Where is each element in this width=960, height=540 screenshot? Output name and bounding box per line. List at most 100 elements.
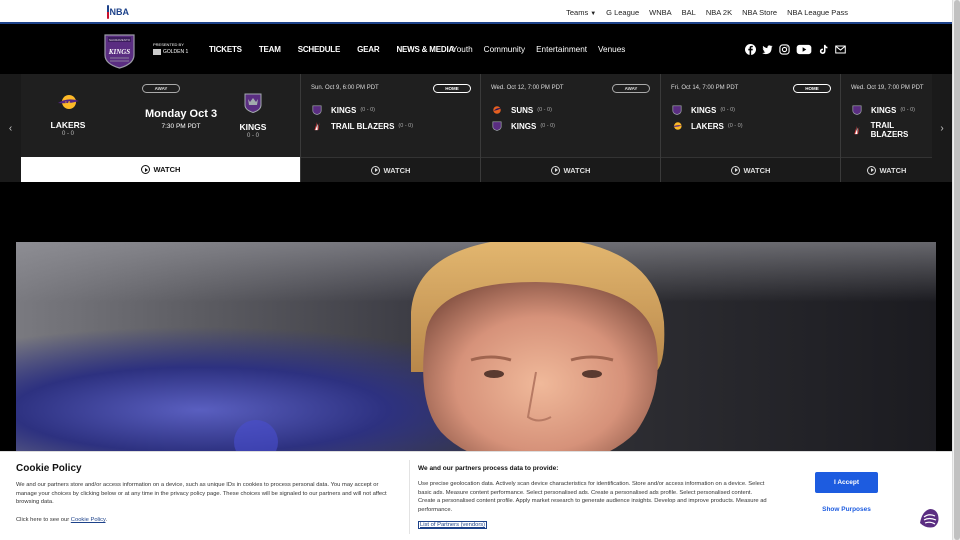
kings-header: SACRAMENTO KINGS PRESENTED BY GOLDEN 1 T… xyxy=(0,26,952,73)
game-team-row: KINGS (0 - 0) xyxy=(491,121,555,131)
purposes-text: Use precise geolocation data. Actively s… xyxy=(418,481,767,513)
team-record: (0 - 0) xyxy=(720,107,736,113)
instagram-icon[interactable] xyxy=(779,44,790,55)
cookie-policy-title: Cookie Policy xyxy=(16,463,82,474)
game-card[interactable]: Fri. Oct 14, 7:00 PM PDT HOME KINGS (0 -… xyxy=(660,74,840,182)
nav-community[interactable]: Community xyxy=(484,45,525,54)
nav-schedule[interactable]: SCHEDULE xyxy=(298,45,341,54)
presented-by-label: PRESENTED BY xyxy=(153,42,184,47)
suns-logo-icon xyxy=(493,106,502,114)
featured-game-date: Monday Oct 3 xyxy=(144,108,218,120)
twitter-icon[interactable] xyxy=(762,44,773,55)
main-nav: TICKETS TEAM SCHEDULE GEAR NEWS & MEDIA xyxy=(209,26,471,73)
email-icon[interactable] xyxy=(835,44,846,55)
play-icon xyxy=(730,165,740,175)
team-name: KINGS xyxy=(511,121,537,131)
featured-watch-button[interactable]: WATCH xyxy=(21,157,300,182)
team-name: SUNS xyxy=(511,105,534,115)
game-date: Sun. Oct 9, 6:00 PM PDT xyxy=(311,85,379,91)
featured-away-team: LA LAKERS 0 - 0 xyxy=(48,94,88,137)
game-card[interactable]: Sun. Oct 9, 6:00 PM PDT HOME KINGS (0 - … xyxy=(300,74,480,182)
top-link-nba-2k[interactable]: NBA 2K xyxy=(706,8,732,17)
watch-button[interactable]: WATCH xyxy=(481,157,660,182)
nav-news-media[interactable]: NEWS & MEDIA xyxy=(396,45,454,54)
nav-entertainment[interactable]: Entertainment xyxy=(536,45,587,54)
sponsor-name: GOLDEN 1 xyxy=(163,48,189,55)
game-team-row: KINGS (0 - 0) xyxy=(311,105,375,115)
featured-away-team-name: LAKERS xyxy=(50,120,86,130)
social-links xyxy=(745,44,846,55)
top-link-league-pass[interactable]: NBA League Pass xyxy=(787,8,848,17)
purposes-heading: We and our partners process data to prov… xyxy=(418,465,559,472)
watch-label: WATCH xyxy=(879,165,907,175)
scrollbar-thumb[interactable] xyxy=(954,0,960,540)
facebook-icon[interactable] xyxy=(745,44,756,55)
top-link-g-league[interactable]: G League xyxy=(606,8,639,17)
team-name: KINGS xyxy=(331,105,357,115)
team-name: TRAIL BLAZERS xyxy=(870,121,909,139)
trail-blazers-logo-icon xyxy=(314,121,320,131)
play-icon xyxy=(370,165,380,175)
watch-button[interactable]: WATCH xyxy=(301,157,480,182)
kings-logo-icon xyxy=(852,105,862,115)
watch-button[interactable]: WATCH xyxy=(841,157,932,182)
nav-tickets[interactable]: TICKETS xyxy=(209,45,242,54)
sponsor-logo: GOLDEN 1 xyxy=(153,49,188,55)
watch-label: WATCH xyxy=(563,165,591,175)
nav-gear[interactable]: GEAR xyxy=(357,45,380,54)
youtube-icon[interactable] xyxy=(796,44,812,55)
nba-logo[interactable]: NBA xyxy=(107,5,129,19)
svg-text:LA: LA xyxy=(65,100,70,105)
game-team-row: LAKERS (0 - 0) xyxy=(671,121,743,131)
lakers-logo-icon: LA xyxy=(58,95,79,109)
play-icon xyxy=(550,165,560,175)
top-link-nba-store[interactable]: NBA Store xyxy=(742,8,777,17)
watch-button[interactable]: WATCH xyxy=(661,157,840,182)
team-record: (0 - 0) xyxy=(900,107,916,113)
vendors-link[interactable]: List of Partners (vendors) xyxy=(418,521,488,529)
trail-blazers-logo-icon xyxy=(854,125,860,135)
game-team-row: TRAIL BLAZERS (0 - 0) xyxy=(311,121,413,131)
team-record: (0 - 0) xyxy=(727,123,743,129)
nav-youth[interactable]: Youth xyxy=(452,45,473,54)
watch-label: WATCH xyxy=(743,165,771,175)
game-team-row: TRAIL BLAZERS xyxy=(851,121,932,139)
kings-crest-logo[interactable]: SACRAMENTO KINGS xyxy=(104,33,135,69)
chevron-right-icon: › xyxy=(940,122,944,134)
schedule-prev-button[interactable]: ‹ xyxy=(0,74,21,182)
featured-home-team-name: KINGS xyxy=(239,122,267,132)
tiktok-icon[interactable] xyxy=(818,44,829,55)
kings-logo-icon xyxy=(244,93,262,114)
presented-by-sponsor[interactable]: PRESENTED BY GOLDEN 1 xyxy=(153,42,188,55)
team-name: KINGS xyxy=(691,105,717,115)
watch-label: WATCH xyxy=(153,165,181,174)
top-link-teams[interactable]: Teams ▼ xyxy=(566,8,596,17)
cookie-policy-line: Click here to see our Cookie Policy. xyxy=(16,517,107,523)
top-link-wnba[interactable]: WNBA xyxy=(649,8,672,17)
team-record: (0 - 0) xyxy=(540,123,556,129)
kings-logo-icon xyxy=(312,105,322,115)
game-card[interactable]: Wed. Oct 12, 7:00 PM PDT AWAY SUNS (0 - … xyxy=(480,74,660,182)
top-link-bal[interactable]: BAL xyxy=(682,8,696,17)
schedule-next-button[interactable]: › xyxy=(932,74,952,182)
featured-away-record: 0 - 0 xyxy=(61,131,74,137)
show-purposes-button[interactable]: Show Purposes xyxy=(815,506,878,513)
play-icon xyxy=(140,165,150,174)
nba-top-bar: NBA Teams ▼ G League WNBA BAL NBA 2K NBA … xyxy=(0,0,952,24)
game-date: Wed. Oct 19, 7:00 PM PDT xyxy=(851,85,924,91)
team-record: (0 - 0) xyxy=(537,107,552,113)
kings-chatbot-icon[interactable] xyxy=(916,505,942,531)
team-record: (0 - 0) xyxy=(360,107,376,113)
top-links: Teams ▼ G League WNBA BAL NBA 2K NBA Stor… xyxy=(566,0,848,24)
cookie-consent-banner: Cookie Policy We and our partners store … xyxy=(0,451,952,540)
featured-game-card[interactable]: AWAY LA LAKERS 0 - 0 Monday Oct 3 7:30 P… xyxy=(21,74,300,182)
page-scrollbar[interactable] xyxy=(952,0,960,540)
hero-player-photo[interactable] xyxy=(16,242,936,452)
nav-team[interactable]: TEAM xyxy=(259,45,281,54)
home-badge: HOME xyxy=(433,84,471,93)
accept-cookies-button[interactable]: I Accept xyxy=(815,472,878,493)
cookie-policy-link[interactable]: Cookie Policy xyxy=(71,517,106,523)
game-card[interactable]: Wed. Oct 19, 7:00 PM PDT KINGS (0 - 0) T… xyxy=(840,74,932,182)
nav-venues[interactable]: Venues xyxy=(598,45,625,54)
chevron-left-icon: ‹ xyxy=(8,122,13,134)
